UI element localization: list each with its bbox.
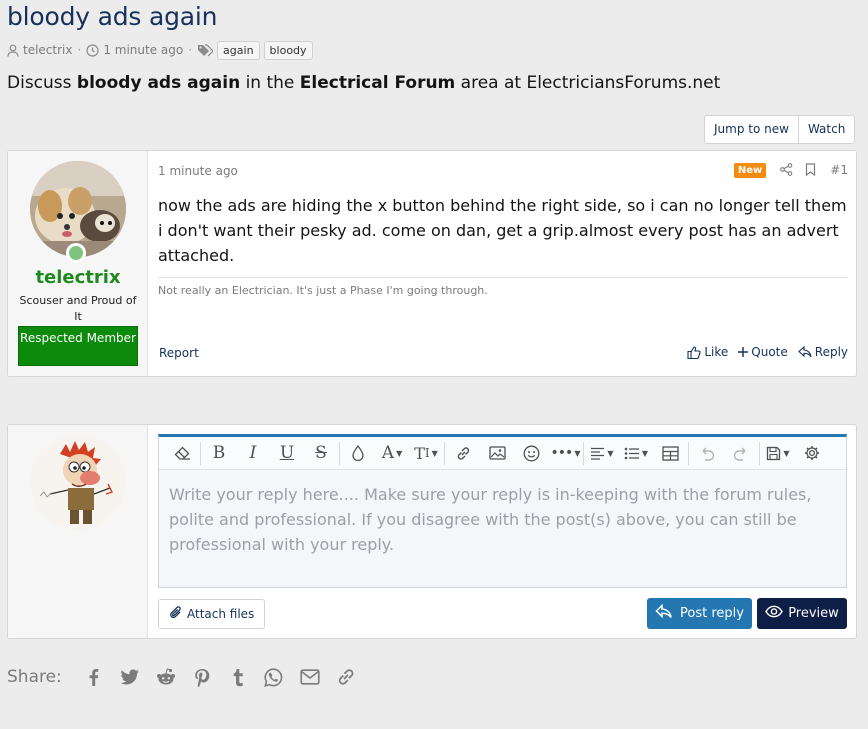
- drafts-icon[interactable]: ▼: [761, 437, 795, 470]
- share-bar: Share:: [7, 663, 364, 691]
- post-main: 1 minute ago New #1 now the ads are hidi…: [158, 151, 848, 376]
- like-button[interactable]: Like: [687, 345, 728, 359]
- jump-to-new-button[interactable]: Jump to new: [705, 116, 798, 143]
- email-icon[interactable]: [292, 663, 328, 691]
- bold-icon[interactable]: B: [202, 437, 236, 470]
- post-username[interactable]: telectrix: [8, 267, 148, 288]
- twitter-icon[interactable]: [112, 663, 148, 691]
- toolbar-divider: [583, 441, 584, 465]
- thread-action-buttons: Jump to new Watch: [704, 115, 856, 144]
- font-family-icon[interactable]: A ▼: [375, 437, 409, 470]
- attach-files-button[interactable]: Attach files: [158, 599, 266, 629]
- reply-editor[interactable]: B I U S A ▼ T I ▼ ••• ▼ ▼ ▼ ▼ Write your…: [158, 434, 847, 588]
- link-icon[interactable]: [328, 663, 364, 691]
- new-badge: New: [733, 162, 767, 178]
- like-label: Like: [704, 345, 729, 359]
- share-icon[interactable]: [780, 161, 793, 180]
- user-title: Scouser and Proud of It: [19, 294, 137, 323]
- link-icon[interactable]: [446, 437, 480, 470]
- toolbar-divider: [339, 441, 340, 465]
- quote-label: Quote: [751, 345, 788, 359]
- reply-label: Reply: [814, 345, 848, 359]
- post-body: now the ads are hiding the x button behi…: [158, 196, 847, 265]
- user-icon: [7, 44, 19, 57]
- more-icon[interactable]: ••• ▼: [548, 437, 582, 470]
- attach-files-label: Attach files: [187, 607, 255, 621]
- quote-button[interactable]: Quote: [738, 345, 788, 359]
- post-footer-actions: Like Quote Reply: [677, 345, 848, 359]
- description-middle: in the: [240, 73, 300, 93]
- clock-icon: [86, 43, 99, 57]
- meta-separator: ·: [77, 43, 82, 57]
- bookmark-icon[interactable]: [805, 161, 816, 180]
- post-date[interactable]: 1 minute ago: [158, 164, 238, 178]
- share-label: Share:: [7, 667, 62, 687]
- tag-bloody[interactable]: bloody: [263, 40, 313, 60]
- thread-title: bloody ads again: [7, 2, 218, 31]
- reply-user-panel: [8, 425, 148, 638]
- thumbs-up-icon: [687, 345, 704, 359]
- preview-button[interactable]: Preview: [757, 598, 847, 629]
- tags-icon: [197, 43, 214, 57]
- reply-arrow-icon: [655, 603, 680, 623]
- post-signature: Not really an Electrician. It's just a P…: [158, 284, 488, 297]
- toolbar-divider: [200, 441, 201, 465]
- font-size-icon[interactable]: T I ▼: [409, 437, 443, 470]
- description-thread-name: bloody ads again: [76, 73, 241, 93]
- editor-toolbar: B I U S A ▼ T I ▼ ••• ▼ ▼ ▼ ▼: [159, 437, 846, 470]
- user-banner: Respected Member: [18, 326, 138, 366]
- thread-meta: telectrix · 1 minute ago · again bloody: [7, 40, 313, 60]
- list-icon[interactable]: ▼: [619, 437, 653, 470]
- reply-textarea-placeholder[interactable]: Write your reply here.... Make sure your…: [169, 482, 835, 557]
- tumblr-icon[interactable]: [220, 663, 256, 691]
- online-status-indicator: [66, 243, 86, 263]
- thread-description: Discuss bloody ads again in the Electric…: [7, 73, 720, 93]
- current-user-avatar[interactable]: [30, 434, 126, 530]
- redo-icon[interactable]: [724, 437, 758, 470]
- image-icon[interactable]: [480, 437, 514, 470]
- facebook-icon[interactable]: [76, 663, 112, 691]
- settings-icon[interactable]: [795, 437, 829, 470]
- plus-icon: [738, 347, 751, 357]
- strike-icon[interactable]: S: [304, 437, 338, 470]
- align-icon[interactable]: ▼: [585, 437, 619, 470]
- underline-icon[interactable]: U: [270, 437, 304, 470]
- table-icon[interactable]: [653, 437, 687, 470]
- reply-button[interactable]: Reply: [797, 345, 848, 359]
- signature-divider: [158, 277, 848, 278]
- description-suffix: area at ElectriciansForums.net: [455, 73, 721, 93]
- reddit-icon[interactable]: [148, 663, 184, 691]
- toolbar-divider: [759, 441, 760, 465]
- smiley-icon[interactable]: [514, 437, 548, 470]
- report-link[interactable]: Report: [159, 346, 199, 360]
- ink-drop-icon[interactable]: [341, 437, 375, 470]
- toolbar-divider: [444, 441, 445, 465]
- pinterest-icon[interactable]: [184, 663, 220, 691]
- eraser-icon[interactable]: [165, 437, 199, 470]
- tag-again[interactable]: again: [217, 40, 260, 60]
- undo-icon[interactable]: [690, 437, 724, 470]
- preview-label: Preview: [788, 606, 839, 621]
- thread-author[interactable]: telectrix: [23, 43, 72, 57]
- reply-arrow-icon: [797, 346, 815, 358]
- eye-icon: [765, 605, 788, 622]
- quick-reply: B I U S A ▼ T I ▼ ••• ▼ ▼ ▼ ▼ Write your…: [7, 424, 857, 639]
- meta-separator: ·: [188, 43, 193, 57]
- description-prefix: Discuss: [7, 73, 77, 93]
- description-forum-name: Electrical Forum: [299, 73, 456, 93]
- paperclip-icon: [169, 605, 187, 623]
- post-header-actions: New #1: [733, 161, 848, 180]
- post-reply-label: Post reply: [680, 606, 744, 621]
- post: telectrix Scouser and Proud of It Respec…: [7, 150, 857, 377]
- thread-time[interactable]: 1 minute ago: [103, 43, 183, 57]
- toolbar-divider: [688, 441, 689, 465]
- italic-icon[interactable]: I: [236, 437, 270, 470]
- whatsapp-icon[interactable]: [256, 663, 292, 691]
- post-number[interactable]: #1: [830, 163, 848, 177]
- post-reply-button[interactable]: Post reply: [647, 598, 752, 629]
- post-user-panel: telectrix Scouser and Proud of It Respec…: [8, 151, 148, 376]
- watch-button[interactable]: Watch: [797, 116, 854, 143]
